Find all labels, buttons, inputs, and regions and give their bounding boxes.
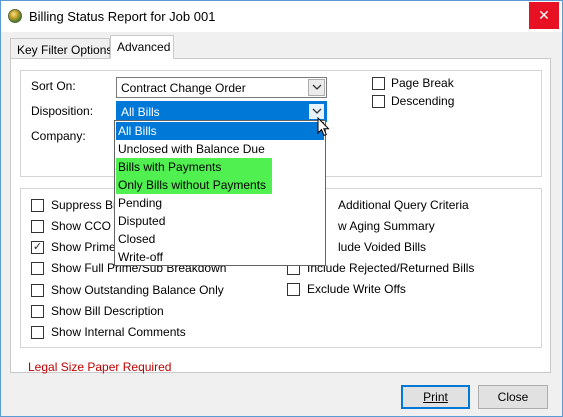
dropdown-option-without-payments[interactable]: Only Bills without Payments — [116, 176, 272, 194]
show-cco-label: Show CCO B — [51, 219, 123, 233]
report-dialog: Billing Status Report for Job 001 ✕ Key … — [0, 0, 563, 417]
exclude-write-offs-label: Exclude Write Offs — [307, 282, 406, 296]
dropdown-option-write-off[interactable]: Write-off — [116, 248, 324, 266]
window-title: Billing Status Report for Job 001 — [29, 9, 216, 24]
dropdown-option-with-payments[interactable]: Bills with Payments — [116, 158, 272, 176]
descending-label: Descending — [391, 94, 455, 108]
title-bar: Billing Status Report for Job 001 ✕ — [1, 1, 562, 32]
dropdown-option-unclosed[interactable]: Unclosed with Balance Due — [116, 140, 324, 158]
close-button[interactable]: Close — [478, 385, 548, 409]
outstanding-balance-checkbox[interactable] — [31, 284, 44, 297]
close-button-label: Close — [497, 390, 529, 404]
legal-size-warning: Legal Size Paper Required — [28, 360, 172, 374]
sort-on-select[interactable]: Contract Change Order — [116, 77, 327, 98]
show-full-breakdown-checkbox[interactable] — [31, 262, 44, 275]
window-close-button[interactable]: ✕ — [529, 2, 559, 29]
outstanding-balance-label: Show Outstanding Balance Only — [51, 283, 224, 297]
descending-checkbox[interactable] — [372, 95, 385, 108]
dropdown-option-all-bills[interactable]: All Bills — [116, 122, 324, 140]
bill-description-checkbox[interactable] — [31, 305, 44, 318]
sort-on-label: Sort On: — [31, 79, 76, 93]
disposition-label: Disposition: — [31, 104, 94, 118]
disposition-dropdown-list[interactable]: All Bills Unclosed with Balance Due Bill… — [114, 120, 326, 266]
tab-advanced[interactable]: Advanced — [110, 35, 174, 59]
disposition-value: All Bills — [121, 105, 160, 119]
show-cco-checkbox[interactable] — [31, 220, 44, 233]
disposition-select[interactable]: All Bills — [116, 101, 327, 122]
app-icon — [8, 9, 22, 23]
internal-comments-label: Show Internal Comments — [51, 325, 186, 339]
bill-description-label: Show Bill Description — [51, 304, 164, 318]
page-break-label: Page Break — [391, 76, 454, 90]
company-label: Company: — [31, 129, 86, 143]
internal-comments-checkbox[interactable] — [31, 326, 44, 339]
aging-summary-label: w Aging Summary — [338, 219, 435, 233]
sort-on-value: Contract Change Order — [121, 81, 246, 95]
rejected-bills-label: Include Rejected/Returned Bills — [307, 261, 475, 275]
additional-query-label: Additional Query Criteria — [338, 198, 469, 212]
dropdown-option-disputed[interactable]: Disputed — [116, 212, 324, 230]
dropdown-option-closed[interactable]: Closed — [116, 230, 324, 248]
voided-bills-label: lude Voided Bills — [338, 240, 427, 254]
tab-key-filter-options[interactable]: Key Filter Options — [10, 38, 112, 59]
dropdown-option-pending[interactable]: Pending — [116, 194, 324, 212]
mouse-pointer-icon — [317, 117, 330, 137]
exclude-write-offs-checkbox[interactable] — [287, 283, 300, 296]
show-prime-label: Show Prime/ — [51, 240, 120, 254]
page-break-checkbox[interactable] — [372, 77, 385, 90]
chevron-down-icon[interactable] — [308, 79, 325, 96]
show-prime-checkbox[interactable]: ✓ — [31, 241, 44, 254]
print-button-label: Print — [423, 390, 448, 404]
suppress-bill-checkbox[interactable] — [31, 199, 44, 212]
suppress-bill-label: Suppress Bill — [51, 198, 122, 212]
print-button[interactable]: Print — [401, 385, 470, 409]
